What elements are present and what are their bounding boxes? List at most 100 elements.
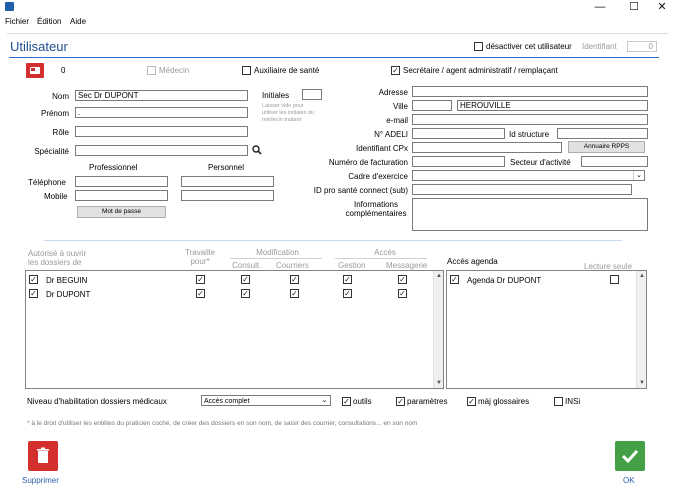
prenom-label: Prénom (40, 109, 69, 118)
annuaire-rpps-button[interactable]: Annuaire RPPS (568, 141, 645, 153)
footnote: * à le droit d'utiliser les entêtes du p… (27, 420, 418, 427)
infos-label-2: complémentaires (345, 209, 407, 218)
messagerie-checkbox[interactable]: ✓ (398, 275, 407, 284)
identifiant-label: Identifiant (582, 42, 617, 51)
deactivate-checkbox[interactable] (474, 42, 483, 51)
role-field[interactable] (75, 126, 248, 137)
search-icon[interactable] (252, 145, 262, 155)
parametres-checkbox[interactable]: ✓ (396, 397, 405, 406)
telephone-pro-field[interactable] (75, 176, 168, 187)
auxiliaire-checkbox[interactable] (242, 66, 251, 75)
adresse-label: Adresse (378, 88, 408, 97)
scroll-up-icon[interactable]: ▲ (435, 272, 443, 280)
insi-checkbox[interactable] (554, 397, 563, 406)
delete-button[interactable] (28, 441, 58, 471)
window-titlebar: — ☐ ✕ (0, 0, 675, 15)
initiales-hint-3: médecin traitant (262, 117, 302, 123)
email-field[interactable] (412, 114, 648, 125)
minimize-button[interactable]: — (585, 0, 615, 15)
glossaires-checkbox[interactable]: ✓ (467, 397, 476, 406)
ok-button[interactable] (615, 441, 645, 471)
secteur-field[interactable] (581, 156, 648, 167)
consult-checkbox[interactable]: ✓ (241, 289, 250, 298)
app-icon (5, 2, 14, 11)
courriers-checkbox[interactable]: ✓ (290, 275, 299, 284)
scroll-down-icon[interactable]: ▼ (435, 379, 443, 387)
autorise-label-1: Autorisé à ouvrir (28, 249, 87, 258)
messagerie-checkbox[interactable]: ✓ (398, 289, 407, 298)
courriers-label: Courriers (276, 261, 309, 270)
dossiers-scrollbar[interactable]: ▲ ▼ (433, 271, 443, 388)
outils-label: outils (353, 397, 372, 406)
agenda-name: Agenda Dr DUPONT (467, 276, 542, 285)
specialite-field[interactable] (75, 145, 248, 156)
consult-checkbox[interactable]: ✓ (241, 275, 250, 284)
mobile-pro-field[interactable] (75, 190, 168, 201)
menu-fichier[interactable]: Fichier (5, 17, 29, 26)
facturation-label: Numéro de facturation (328, 158, 408, 167)
lecture-seule-checkbox[interactable] (610, 275, 619, 284)
dossier-name: Dr BEGUIN (46, 276, 88, 285)
secretaire-checkbox[interactable]: ✓ (391, 66, 400, 75)
acces-divider (335, 258, 427, 259)
specialite-label: Spécialité (34, 147, 69, 156)
adresse-field[interactable] (412, 86, 648, 97)
medecin-checkbox[interactable] (147, 66, 156, 75)
close-button[interactable]: ✕ (647, 0, 675, 15)
initiales-label: Initiales (262, 91, 290, 100)
cadre-select[interactable]: ⌄ (412, 170, 645, 181)
code-postal-field[interactable] (412, 100, 452, 111)
infos-label-1: Informations (353, 200, 399, 209)
id-structure-field[interactable] (557, 128, 648, 139)
gestion-checkbox[interactable]: ✓ (343, 275, 352, 284)
identifiant-field: 0 (627, 41, 657, 52)
chevron-down-icon: ⌄ (321, 397, 328, 404)
agenda-list[interactable]: ▲ ▼ (446, 270, 647, 389)
mobile-label: Mobile (44, 192, 68, 201)
password-button[interactable]: Mot de passe (77, 206, 166, 218)
gestion-checkbox[interactable]: ✓ (343, 289, 352, 298)
delete-label[interactable]: Supprimer (22, 476, 59, 485)
nom-field[interactable]: Sec Dr DUPONT (75, 90, 248, 101)
ville-field[interactable]: HEROUVILLE (457, 100, 648, 111)
nom-label: Nom (52, 92, 69, 101)
page-title: Utilisateur (10, 39, 68, 54)
cpx-field[interactable] (412, 142, 562, 153)
agenda-scrollbar[interactable]: ▲ ▼ (636, 271, 646, 388)
user-id: 0 (61, 66, 66, 75)
checkmark-icon (621, 449, 639, 464)
travaille-checkbox[interactable]: ✓ (196, 275, 205, 284)
menu-aide[interactable]: Aide (70, 17, 86, 26)
scroll-down-icon[interactable]: ▼ (638, 379, 646, 387)
adeli-field[interactable] (412, 128, 505, 139)
dossiers-list[interactable]: ▲ ▼ (25, 270, 444, 389)
travaille-checkbox[interactable]: ✓ (196, 289, 205, 298)
email-label: e-mail (386, 116, 408, 125)
cadre-label: Cadre d'exercice (348, 172, 408, 181)
infos-field[interactable] (412, 198, 648, 231)
dossier-checkbox[interactable]: ✓ (29, 275, 38, 284)
initiales-field[interactable] (302, 89, 322, 100)
outils-checkbox[interactable]: ✓ (342, 397, 351, 406)
maximize-button[interactable]: ☐ (619, 0, 649, 15)
secretaire-label: Secrétaire / agent administratif / rempl… (403, 66, 558, 75)
personnel-header: Personnel (208, 163, 245, 172)
menu-edition[interactable]: Édition (37, 17, 61, 26)
dossier-checkbox[interactable]: ✓ (29, 289, 38, 298)
agenda-checkbox[interactable]: ✓ (450, 275, 459, 284)
user-card-icon (26, 63, 44, 78)
courriers-checkbox[interactable]: ✓ (290, 289, 299, 298)
facturation-field[interactable] (412, 156, 505, 167)
scroll-up-icon[interactable]: ▲ (638, 272, 646, 280)
mobile-perso-field[interactable] (181, 190, 274, 201)
agenda-title: Accès agenda (447, 257, 498, 266)
psc-field[interactable] (412, 184, 632, 195)
ok-label[interactable]: OK (623, 476, 635, 485)
prenom-field[interactable]: . (75, 107, 248, 118)
habilitation-select[interactable]: Accès complet ⌄ (201, 395, 331, 406)
menu-bar: Fichier Édition Aide (0, 15, 675, 29)
consult-label: Consult. (232, 261, 262, 270)
medecin-label: Médecin (159, 66, 190, 75)
telephone-perso-field[interactable] (181, 176, 274, 187)
professionnel-header: Professionnel (89, 163, 138, 172)
